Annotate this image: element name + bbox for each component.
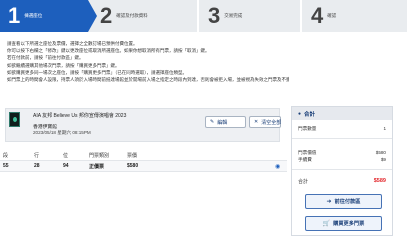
ticket-price-value: $580	[375, 150, 386, 155]
eye-icon[interactable]: ◉	[275, 163, 285, 170]
arrow-right-icon: ➜	[326, 199, 332, 205]
buy-more-label: 購買更多門票	[333, 221, 365, 227]
ticket-count-value: 1	[383, 126, 386, 131]
header-price: 票價	[127, 152, 138, 159]
edit-button[interactable]: ✎ 編輯	[205, 116, 246, 128]
edit-label: 編輯	[217, 119, 228, 126]
fee-label: 手續費	[298, 157, 312, 162]
checkout-steps: 1 揀選座位 2 確認及付款資料 3 交易完成 4 確認	[0, 0, 407, 32]
event-title: AIA 友邦 Believe Us 邦你宣傳演唱會 2023	[33, 113, 127, 119]
table-row: 55 28 94 正價票 $580 ◉	[0, 160, 287, 172]
instruction-line: 請查看以下所選之座位及票價，選擇之全數訂場已預供付費位置。	[7, 41, 138, 46]
close-icon: ✕	[254, 119, 259, 125]
header-row: 行	[34, 152, 40, 159]
seat-table: 段 行 位 門票類別 票價 55 28 94 正價票 $580 ◉	[0, 150, 287, 172]
cell-section: 55	[3, 163, 9, 169]
step-3-complete: 3 交易完成	[198, 0, 302, 32]
total-label: 合計	[298, 179, 309, 185]
event-poster	[9, 112, 20, 127]
step-number: 1	[8, 3, 21, 28]
header-section: 段	[3, 152, 9, 159]
total-value: $589	[373, 178, 386, 184]
summary-header: ● 合計	[292, 107, 392, 120]
summary-panel: ● 合計 門票數量 1 門票價值 $580 手續費 $9 合計 $589 ➜ 前…	[291, 106, 393, 236]
step-4-confirm: 4 確認	[301, 0, 407, 32]
money-icon: ●	[298, 110, 302, 117]
instruction-line: 如欲購買更多同一場次之座位，請按「購買更多門票」（已在同時選取），請選擇座位類型…	[7, 69, 187, 75]
instructions: 請查看以下所選之座位及票價，選擇之全數訂場已預供付費位置。 你可以按下右欄之「修…	[7, 40, 289, 83]
ticket-count-row: 門票數量 1	[298, 126, 386, 132]
cell-seat: 94	[63, 163, 69, 169]
step-number: 3	[208, 3, 221, 28]
step-label: 確認及付款資料	[116, 13, 148, 18]
ticket-price-label: 門票價值	[298, 150, 317, 155]
total-row: 合計 $589	[298, 178, 386, 185]
clear-all-label: 清空全部	[261, 119, 282, 126]
event-card: AIA 友邦 Believe Us 邦你宣傳演唱會 2023 香港伊寶館 202…	[5, 108, 281, 142]
step-label: 確認	[327, 13, 337, 18]
fee-row: 手續費 $9	[298, 157, 386, 163]
step-label: 揀選座位	[24, 13, 43, 18]
event-datetime: 2023/05/18 星期六 08:15PM	[33, 130, 91, 135]
divider	[292, 169, 392, 170]
cell-row: 28	[34, 163, 40, 169]
instruction-line: 如欲繼續選購其他場次門票，請按「購買更多門票」鍵。	[7, 62, 120, 68]
checkout-label: 前往付款區	[334, 199, 361, 205]
header-seat: 位	[63, 152, 69, 159]
cell-category: 正價票	[89, 163, 105, 170]
step-arrow	[88, 0, 97, 32]
event-venue: 香港伊寶館	[33, 125, 57, 130]
ticket-price-row: 門票價值 $580	[298, 150, 386, 156]
step-label: 交易完成	[224, 13, 243, 18]
buy-more-button[interactable]: 🛒 購買更多門票	[305, 216, 382, 231]
ticket-count-label: 門票數量	[298, 126, 317, 131]
table-header: 段 行 位 門票類別 票價	[0, 150, 287, 160]
clear-all-button[interactable]: ✕ 清空全部	[249, 116, 281, 128]
cell-price: $580	[127, 163, 139, 169]
step-1-select-seats: 1 揀選座位	[0, 0, 97, 32]
fee-value: $9	[380, 157, 386, 162]
cart-icon: 🛒	[322, 221, 331, 227]
step-2-payment-info: 2 確認及付款資料	[88, 0, 199, 32]
header-category: 門票類別	[89, 152, 110, 159]
edit-icon: ✎	[210, 119, 215, 125]
instruction-line: 如門票上的時間會人設限，持票人須於入場時間前抵達場館並於開場前入場之指定之時段內…	[7, 77, 289, 83]
checkout-button[interactable]: ➜ 前往付款區	[305, 194, 382, 209]
step-number: 4	[311, 3, 324, 28]
instruction-line: 若在付款前，請按「前往付款區」鍵。	[7, 55, 84, 61]
summary-title: 合計	[304, 111, 316, 118]
instruction-line: 你可以按下右欄之「修改」鍵以更改座位或取消所選座位。如果你想取消所有門票，請按「…	[7, 48, 210, 54]
step-number: 2	[100, 3, 113, 28]
divider	[292, 138, 392, 139]
